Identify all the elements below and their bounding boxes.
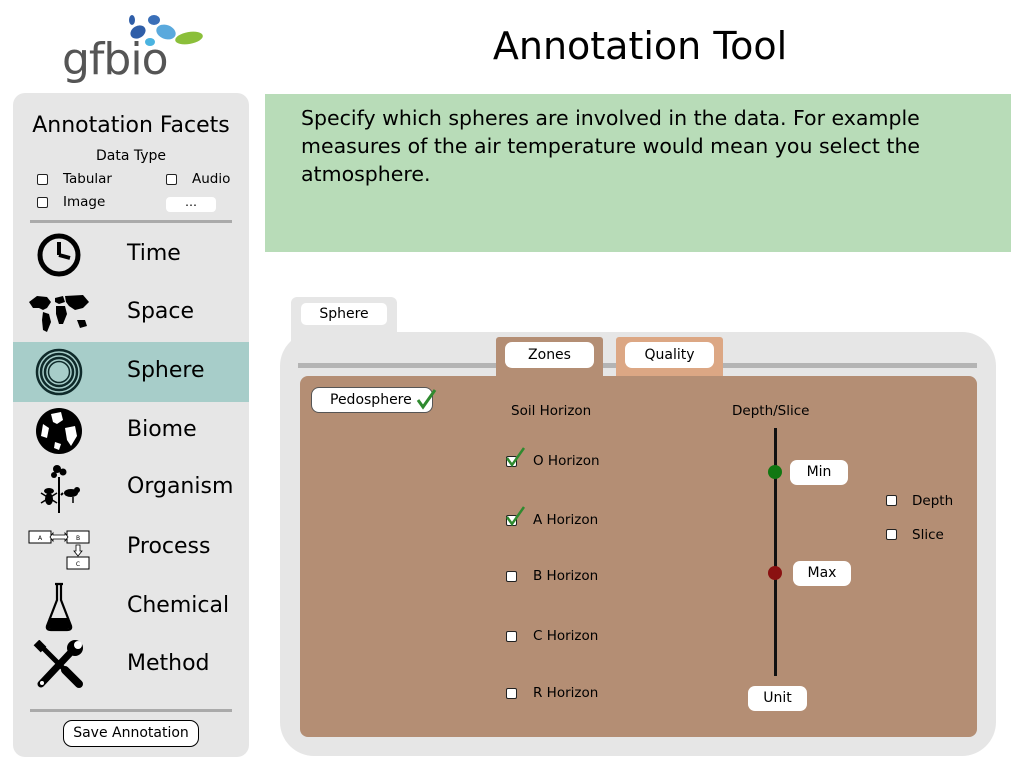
sidebar-item-space[interactable]: Space [13, 283, 249, 343]
depth-slice-heading: Depth/Slice [732, 403, 810, 419]
sidebar-item-sphere[interactable]: Sphere [13, 342, 249, 402]
logo-text: gfbio [62, 34, 168, 85]
tab-zones-label: Zones [505, 342, 594, 368]
data-type-image-checkbox[interactable] [37, 197, 48, 208]
organism-icon [40, 465, 80, 513]
data-type-audio-label: Audio [192, 171, 231, 187]
sidebar-item-time-label: Time [127, 241, 181, 266]
unit-button[interactable]: Unit [748, 686, 807, 711]
sidebar-divider [30, 220, 232, 223]
tab-zones[interactable]: Zones [496, 337, 603, 379]
check-icon [505, 447, 526, 468]
sidebar-item-process-label: Process [127, 534, 211, 559]
tab-sphere-label: Sphere [301, 303, 387, 325]
data-type-audio-checkbox[interactable] [166, 174, 177, 185]
world-map-icon [29, 295, 89, 332]
sidebar-item-space-label: Space [127, 299, 195, 324]
sidebar-item-organism-label: Organism [127, 474, 234, 499]
check-icon [505, 506, 526, 527]
slice-label: Slice [912, 527, 944, 543]
sidebar-item-time[interactable]: Time [13, 225, 249, 285]
sidebar-item-biome-label: Biome [127, 417, 197, 442]
max-button[interactable]: Max [793, 561, 851, 586]
sidebar-item-method-label: Method [127, 651, 210, 676]
zones-content: Pedosphere Soil Horizon Depth/Slice O Ho… [300, 376, 977, 737]
info-box: Specify which spheres are involved in th… [265, 94, 1011, 252]
sidebar-item-process[interactable]: A B C Process [13, 518, 249, 578]
svg-text:B: B [76, 535, 80, 542]
info-text: Specify which spheres are involved in th… [301, 106, 921, 186]
depth-checkbox[interactable] [886, 495, 897, 506]
pedosphere-label: Pedosphere [330, 392, 412, 408]
sidebar-item-chemical-label: Chemical [127, 593, 230, 618]
c-horizon-checkbox[interactable] [506, 631, 517, 642]
globe-icon [36, 408, 82, 454]
min-button[interactable]: Min [790, 460, 848, 485]
a-horizon-label: A Horizon [533, 512, 599, 528]
sidebar-item-method[interactable]: Method [13, 635, 249, 695]
c-horizon-label: C Horizon [533, 628, 599, 644]
save-annotation-button[interactable]: Save Annotation [63, 720, 199, 747]
soil-horizon-heading: Soil Horizon [511, 403, 592, 419]
data-type-more-button[interactable]: … [166, 196, 216, 212]
sidebar-item-sphere-label: Sphere [127, 358, 205, 383]
max-slider-handle[interactable] [768, 566, 782, 580]
b-horizon-label: B Horizon [533, 568, 599, 584]
data-type-label: Data Type [95, 148, 167, 164]
b-horizon-checkbox[interactable] [506, 571, 517, 582]
facets-title: Annotation Facets [32, 113, 230, 138]
process-flow-icon: A B C [28, 530, 90, 570]
sidebar-divider [30, 709, 232, 712]
page-title: Annotation Tool [492, 24, 788, 68]
tab-quality[interactable]: Quality [616, 337, 723, 377]
check-icon [416, 389, 437, 410]
flask-icon [45, 582, 73, 632]
sidebar-item-organism[interactable]: Organism [13, 458, 249, 518]
r-horizon-label: R Horizon [533, 685, 599, 701]
slice-checkbox[interactable] [886, 529, 897, 540]
gfbio-logo: gfbio [60, 8, 210, 85]
pedosphere-button[interactable]: Pedosphere [311, 387, 437, 413]
data-type-image-label: Image [63, 194, 106, 210]
tab-quality-label: Quality [625, 342, 714, 368]
depth-label: Depth [912, 493, 954, 509]
svg-text:C: C [76, 561, 80, 568]
o-horizon-label: O Horizon [533, 453, 600, 469]
sidebar-item-chemical[interactable]: Chemical [13, 577, 249, 637]
data-type-tabular-label: Tabular [63, 171, 112, 187]
sidebar-item-biome[interactable]: Biome [13, 401, 249, 461]
clock-icon [37, 233, 81, 277]
data-type-tabular-checkbox[interactable] [37, 174, 48, 185]
concentric-rings-icon [35, 348, 83, 396]
sidebar: Annotation Facets Data Type Tabular Audi… [13, 93, 249, 757]
tools-icon [33, 640, 83, 688]
r-horizon-checkbox[interactable] [506, 688, 517, 699]
min-slider-handle[interactable] [768, 465, 782, 479]
